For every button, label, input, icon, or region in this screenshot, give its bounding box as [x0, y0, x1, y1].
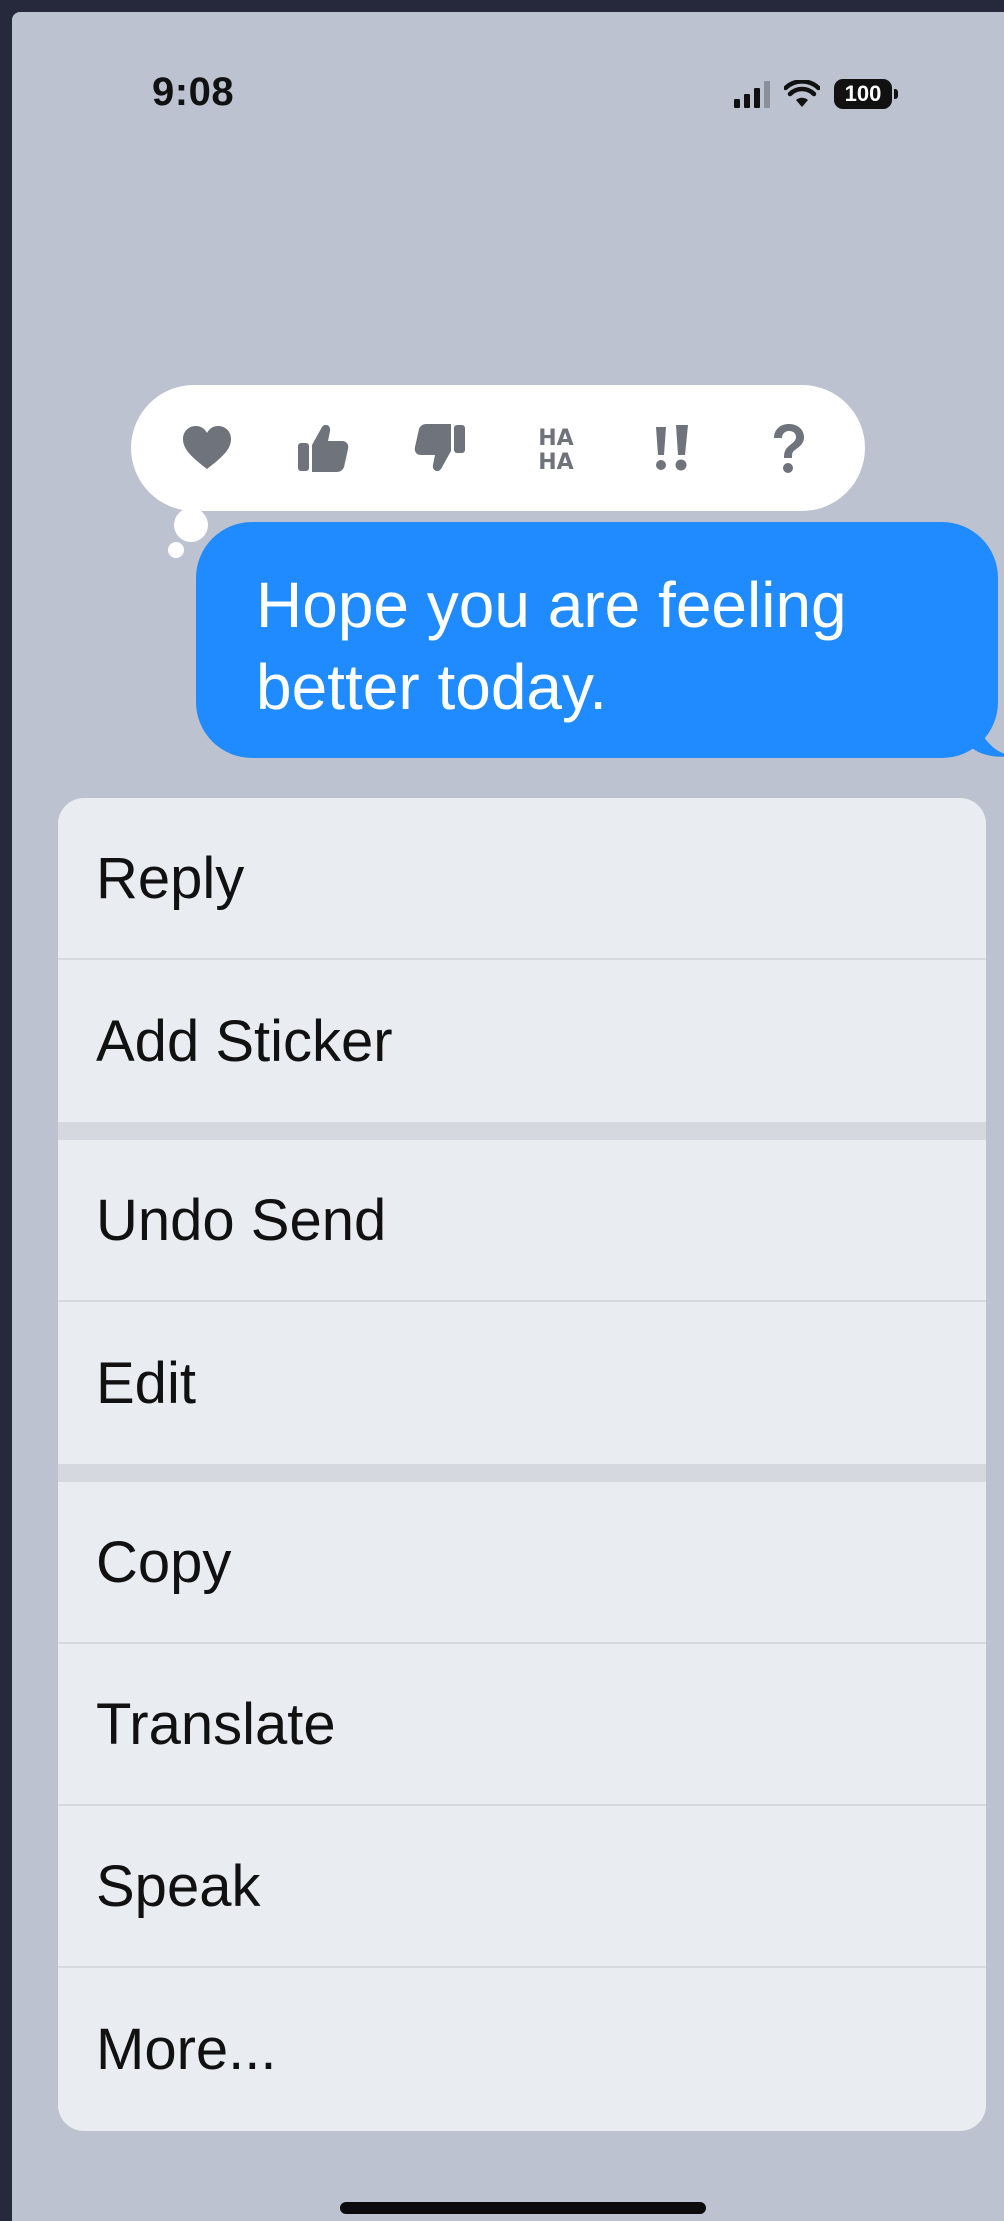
- menu-group-separator: [58, 1464, 986, 1482]
- menu-group-separator: [58, 1122, 986, 1140]
- battery-icon: 100: [834, 79, 898, 109]
- menu-item-speak[interactable]: Speak: [58, 1806, 986, 1968]
- heart-icon[interactable]: [162, 403, 252, 493]
- menu-item-edit[interactable]: Edit: [58, 1302, 986, 1464]
- screen: 9:08 100 HA HA Hope you are feeling bett…: [12, 12, 1004, 2221]
- tapback-bar: HA HA: [131, 385, 865, 511]
- menu-item-translate[interactable]: Translate: [58, 1644, 986, 1806]
- home-indicator[interactable]: [340, 2202, 706, 2214]
- question-icon[interactable]: [744, 403, 834, 493]
- message-text-line1: Hope you are feeling: [256, 569, 847, 641]
- status-time: 9:08: [152, 70, 235, 114]
- wifi-icon: [784, 80, 820, 107]
- thumbs-up-icon[interactable]: [278, 403, 368, 493]
- menu-item-add-sticker[interactable]: Add Sticker: [58, 960, 986, 1122]
- tapback-tail: [174, 508, 208, 542]
- thumbs-down-icon[interactable]: [395, 403, 485, 493]
- svg-text:HA: HA: [538, 426, 573, 451]
- tapback-tail-dot: [168, 542, 184, 558]
- menu-item-copy[interactable]: Copy: [58, 1482, 986, 1644]
- menu-item-reply[interactable]: Reply: [58, 798, 986, 960]
- menu-item-more[interactable]: More...: [58, 1968, 986, 2130]
- svg-text:HA: HA: [538, 450, 573, 473]
- message-bubble[interactable]: Hope you are feeling better today.: [196, 522, 998, 758]
- status-icons: 100: [734, 74, 898, 114]
- haha-icon[interactable]: HA HA: [511, 403, 601, 493]
- signal-icon: [734, 80, 770, 108]
- menu-item-undo-send[interactable]: Undo Send: [58, 1140, 986, 1302]
- exclamation-icon[interactable]: [627, 403, 717, 493]
- context-menu: Reply Add Sticker Undo Send Edit Copy Tr…: [58, 798, 986, 2131]
- message-text-line2: better today.: [256, 651, 608, 723]
- bubble-tail: [972, 702, 1004, 757]
